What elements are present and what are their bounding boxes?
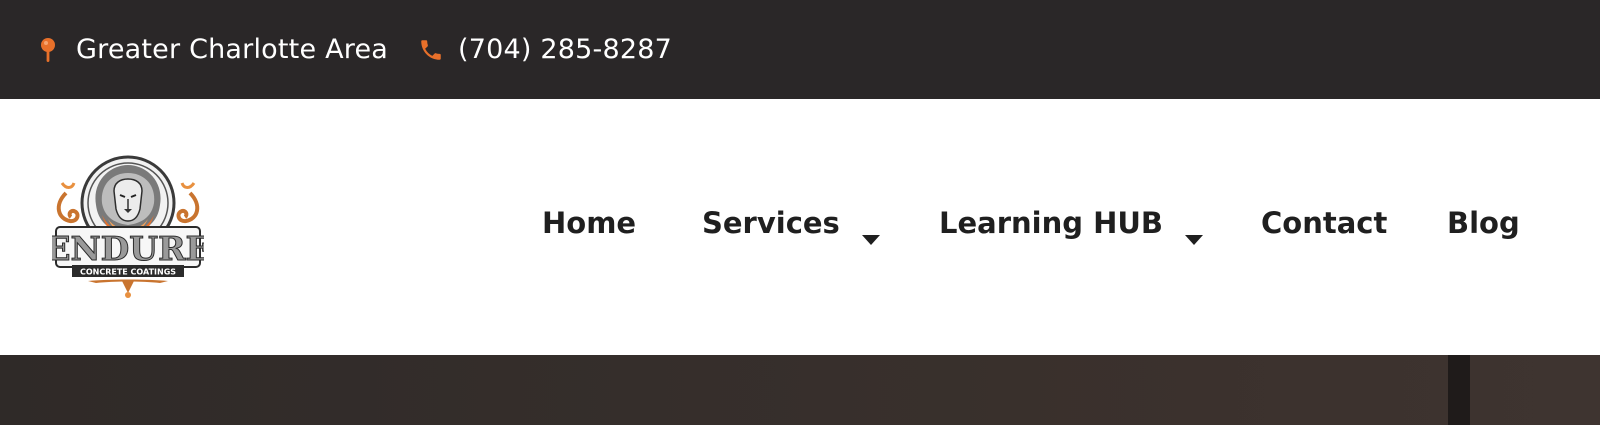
hero-background: [0, 355, 1600, 425]
location-text: Greater Charlotte Area: [76, 34, 388, 65]
nav-home-label: Home: [542, 206, 637, 240]
nav-blog-label: Blog: [1447, 206, 1520, 240]
nav-services-label: Services: [702, 206, 840, 240]
caret-down-icon: [1185, 218, 1204, 245]
nav-item-blog[interactable]: Blog: [1447, 203, 1520, 243]
phone-icon: [416, 35, 446, 65]
nav-item-learning-hub[interactable]: Learning HUB: [939, 203, 1204, 245]
nav-learning-hub-label: Learning HUB: [939, 206, 1164, 240]
phone-text: (704) 285-8287: [458, 34, 672, 65]
nav-item-services[interactable]: Services: [702, 203, 880, 245]
site-header: ENDURE CONCRETE COATINGS Home Services L…: [0, 99, 1600, 355]
main-nav: Home Services Learning HUB Contact Blog: [0, 99, 1600, 355]
nav-item-home[interactable]: Home: [542, 203, 636, 243]
hero-decor-bar: [1448, 355, 1470, 425]
caret-down-icon: [861, 218, 880, 245]
nav-item-contact[interactable]: Contact: [1261, 203, 1387, 243]
phone-link[interactable]: (704) 285-8287: [416, 34, 672, 65]
top-info-bar: Greater Charlotte Area (704) 285-8287: [0, 0, 1600, 99]
location-item: Greater Charlotte Area: [38, 34, 388, 66]
map-pin-icon: [38, 34, 58, 66]
nav-contact-label: Contact: [1261, 206, 1388, 240]
